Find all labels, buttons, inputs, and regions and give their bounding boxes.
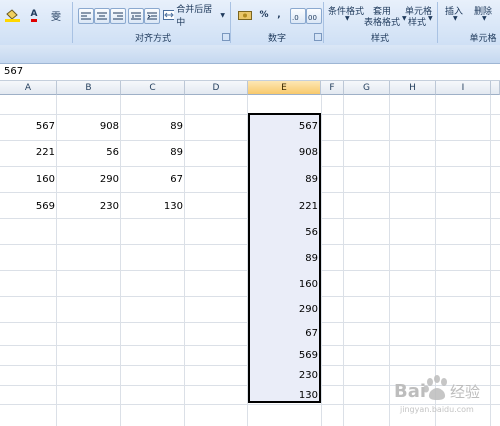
increase-indent-button[interactable] [144, 8, 160, 24]
cell-e6[interactable]: 89 [250, 252, 318, 266]
formula-bar[interactable]: 567 [0, 64, 500, 81]
paint-bucket-icon [5, 9, 20, 22]
cell-e2[interactable]: 908 [250, 146, 318, 160]
cell-e4[interactable]: 221 [250, 200, 318, 214]
cell-e9[interactable]: 67 [250, 327, 318, 341]
comma-icon: , [277, 10, 281, 20]
percent-button[interactable]: % [256, 7, 272, 23]
font-color-button[interactable]: A [24, 7, 44, 23]
column-header-d[interactable]: D [185, 81, 248, 95]
decrease-indent-icon [131, 12, 141, 19]
cell-e11[interactable]: 230 [250, 369, 318, 383]
cell-a4[interactable]: 569 [0, 200, 55, 214]
merge-cells-icon [163, 10, 175, 20]
column-header-e[interactable]: E [248, 81, 321, 95]
column-header-b[interactable]: B [57, 81, 121, 95]
cell-style-button[interactable]: 样式 [408, 15, 426, 28]
cell-e3[interactable]: 89 [250, 173, 318, 187]
percent-icon: % [259, 10, 269, 20]
accounting-format-button[interactable] [234, 7, 256, 23]
cell-b2[interactable]: 56 [57, 146, 119, 160]
cell-c4[interactable]: 130 [121, 200, 183, 214]
svg-text:Bai: Bai [394, 381, 426, 402]
grid-line [343, 95, 344, 426]
font-color-icon: A [30, 9, 38, 22]
svg-text:jingyan.baidu.com: jingyan.baidu.com [399, 405, 474, 414]
cells-group-label: 单元格 [469, 34, 497, 44]
currency-icon [238, 11, 252, 20]
increase-decimal-icon: .0 [292, 14, 299, 21]
align-center-button[interactable] [94, 8, 110, 24]
align-left-button[interactable] [78, 8, 94, 24]
number-group-label: 数字 [267, 34, 286, 44]
align-right-button[interactable] [110, 8, 126, 24]
cell-a3[interactable]: 160 [0, 173, 55, 187]
column-header-a[interactable]: A [0, 81, 57, 95]
chevron-down-icon: ▼ [345, 15, 350, 22]
align-group-label: 对齐方式 [134, 34, 171, 44]
chevron-down-icon: ▼ [428, 15, 433, 22]
cell-b4[interactable]: 230 [57, 200, 119, 214]
cell-e10[interactable]: 569 [250, 349, 318, 363]
column-header-g[interactable]: G [344, 81, 390, 95]
phonetic-button[interactable]: 雯 [44, 7, 68, 23]
style-group-label: 样式 [370, 34, 389, 44]
ribbon-bottom-band [0, 45, 500, 64]
formula-bar-value: 567 [4, 66, 24, 77]
column-header-i[interactable]: I [436, 81, 491, 95]
dialog-launcher-icon[interactable] [222, 33, 230, 41]
align-center-icon [97, 12, 107, 19]
group-separator [323, 2, 324, 43]
chevron-down-icon: ▼ [453, 15, 458, 22]
cell-b3[interactable]: 290 [57, 173, 119, 187]
group-separator [230, 2, 231, 43]
cell-b1[interactable]: 908 [57, 120, 119, 134]
column-header-next[interactable] [491, 81, 500, 95]
baidu-jingyan-watermark: Bai 经验 jingyan.baidu.com [370, 370, 496, 420]
cell-c1[interactable]: 89 [121, 120, 183, 134]
cell-e1[interactable]: 567 [250, 120, 318, 134]
group-separator [72, 2, 73, 43]
phonetic-icon: 雯 [51, 11, 61, 23]
increase-indent-icon [147, 12, 157, 19]
decrease-decimal-icon: 00 [308, 14, 317, 21]
cell-e8[interactable]: 290 [250, 303, 318, 317]
align-left-icon [81, 12, 91, 19]
comma-style-button[interactable]: , [272, 7, 286, 23]
chevron-down-icon: ▼ [220, 11, 225, 19]
column-header-f[interactable]: F [321, 81, 344, 95]
grid-line [56, 95, 57, 426]
group-separator [437, 2, 438, 43]
column-header-h[interactable]: H [390, 81, 436, 95]
ribbon: A 雯 合并后居中 ▼ 对齐方式 % , .0 00 数字 条件格式 ▼ 套用 … [0, 0, 500, 46]
svg-text:经验: 经验 [450, 383, 480, 401]
cell-a1[interactable]: 567 [0, 120, 55, 134]
cell-c2[interactable]: 89 [121, 146, 183, 160]
decrease-indent-button[interactable] [128, 8, 144, 24]
grid-line [120, 95, 121, 426]
column-header-c[interactable]: C [121, 81, 185, 95]
grid-line [184, 95, 185, 426]
align-right-icon [113, 12, 123, 19]
cell-e5[interactable]: 56 [250, 226, 318, 240]
cell-c3[interactable]: 67 [121, 173, 183, 187]
chevron-down-icon: ▼ [482, 15, 487, 22]
increase-decimal-button[interactable]: .0 [290, 8, 306, 24]
baidu-paw-logo: Bai 经验 jingyan.baidu.com [394, 375, 480, 414]
svg-text:00: 00 [308, 14, 317, 21]
cell-a2[interactable]: 221 [0, 146, 55, 160]
merge-center-button[interactable]: 合并后居中 ▼ [162, 5, 226, 28]
table-format-button[interactable]: 表格格式 [364, 15, 400, 28]
cell-e7[interactable]: 160 [250, 278, 318, 292]
dialog-launcher-icon[interactable] [314, 33, 322, 41]
grid-line [321, 95, 322, 426]
cell-e12[interactable]: 130 [250, 389, 318, 403]
fill-color-button[interactable] [2, 7, 24, 23]
svg-text:.0: .0 [292, 14, 299, 21]
decrease-decimal-button[interactable]: 00 [306, 8, 322, 24]
